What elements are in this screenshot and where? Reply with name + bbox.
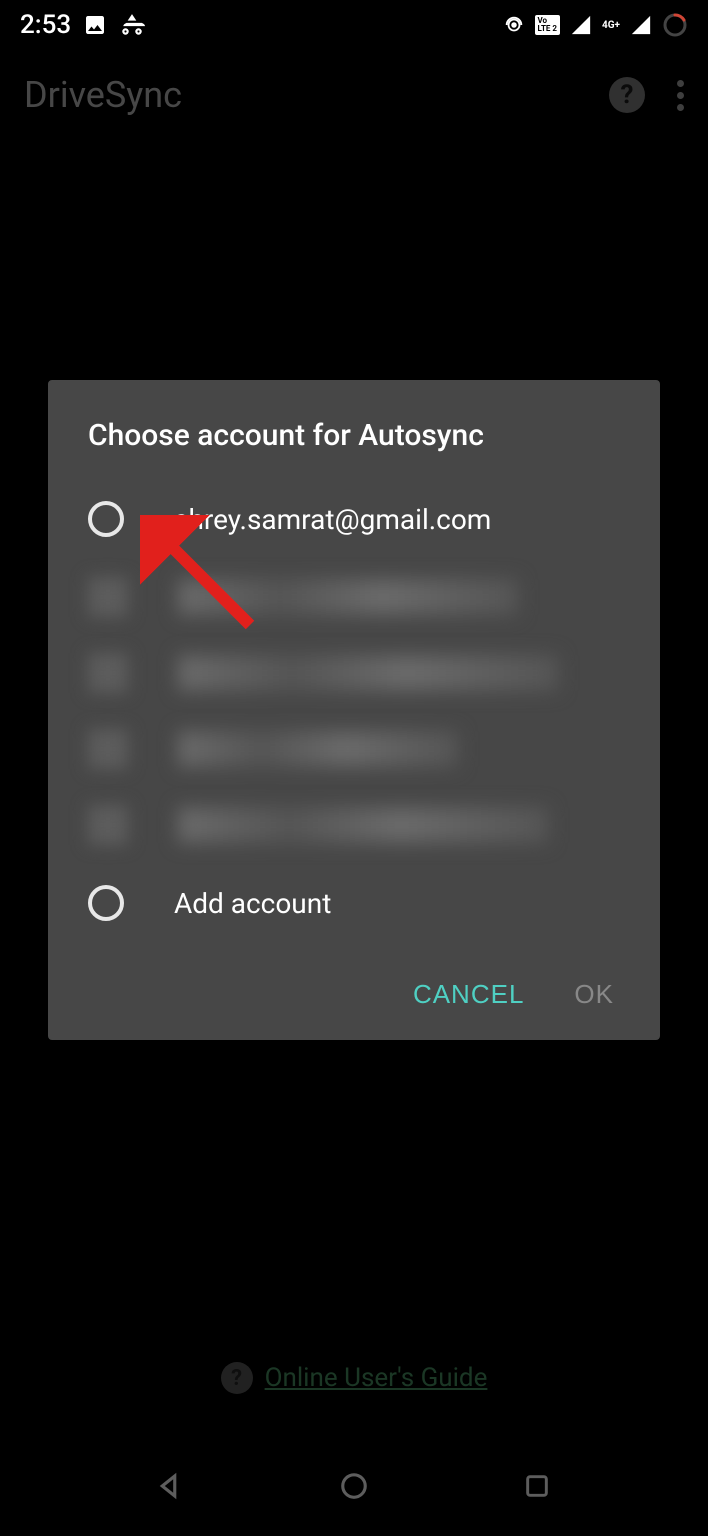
account-email-blurred (178, 731, 458, 767)
battery-icon (662, 12, 688, 38)
account-email-blurred (178, 655, 558, 691)
status-bar: 2:53 VoLTE 2 4G+ (0, 0, 708, 50)
radio-icon-blurred (88, 653, 128, 693)
account-option-0[interactable]: shrey.samrat@gmail.com (48, 479, 660, 559)
signal-icon (570, 14, 592, 36)
dialog-actions: CANCEL OK (48, 943, 660, 1010)
dialog-title: Choose account for Autosync (48, 418, 660, 479)
add-account-option[interactable]: Add account (48, 863, 660, 943)
status-right: VoLTE 2 4G+ (503, 12, 689, 38)
gallery-icon (83, 13, 107, 37)
status-time: 2:53 (20, 10, 71, 40)
hotspot-icon (503, 14, 525, 36)
signal-2-icon (630, 14, 652, 36)
account-email-blurred (178, 579, 518, 615)
data-4g-icon: 4G+ (602, 20, 620, 31)
account-email: shrey.samrat@gmail.com (174, 503, 491, 536)
radio-icon-blurred (88, 729, 128, 769)
status-left: 2:53 (20, 10, 145, 40)
radio-icon (88, 885, 124, 921)
account-chooser-dialog: Choose account for Autosync shrey.samrat… (48, 380, 660, 1040)
radio-icon-blurred (88, 577, 128, 617)
account-option-redacted[interactable] (48, 559, 660, 635)
account-email-blurred (178, 807, 548, 843)
account-option-redacted[interactable] (48, 711, 660, 787)
cancel-button[interactable]: CANCEL (413, 979, 524, 1010)
account-option-redacted[interactable] (48, 635, 660, 711)
add-account-label: Add account (174, 887, 331, 920)
incognito-icon (119, 12, 145, 38)
lte-badge: VoLTE 2 (535, 15, 560, 35)
account-option-redacted[interactable] (48, 787, 660, 863)
radio-icon (88, 501, 124, 537)
ok-button[interactable]: OK (574, 979, 614, 1010)
radio-icon-blurred (88, 805, 128, 845)
